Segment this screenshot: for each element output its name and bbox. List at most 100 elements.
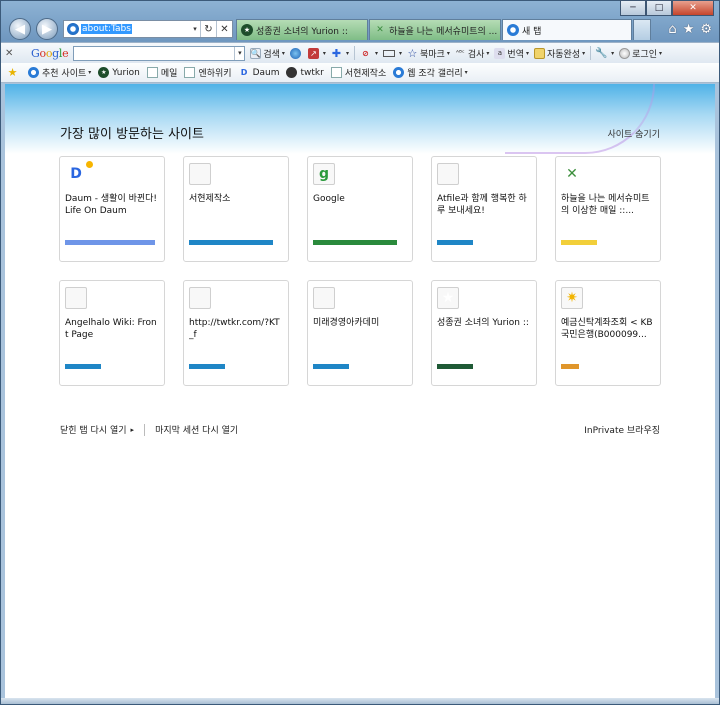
- kb-bank-icon: ✷: [561, 287, 583, 309]
- favorite-seohyun[interactable]: 서현제작소: [330, 66, 386, 79]
- blank-page-icon: [189, 163, 211, 185]
- tile-label: Daum - 생활이 바뀐다! Life On Daum: [65, 194, 158, 216]
- translate-icon: a: [494, 47, 506, 59]
- search-icon: 🔍: [250, 47, 262, 59]
- favorites-star-button[interactable]: ★: [7, 66, 21, 79]
- toolbar-settings-button[interactable]: 🔧 ▾: [595, 47, 614, 59]
- starbucks-icon: ★: [437, 287, 459, 309]
- forward-arrow-icon: ▶: [42, 21, 52, 37]
- command-icons: ⌂ ★ ⚙: [668, 22, 712, 37]
- toolbar-login-button[interactable]: 로그인 ▾: [619, 47, 662, 60]
- earth-icon: [289, 47, 301, 59]
- site-tile[interactable]: ✷ 예금신탁계좌조회 < KB국민은행(B000099...: [555, 280, 661, 386]
- favorite-twtkr[interactable]: twtkr: [286, 67, 324, 78]
- site-tile[interactable]: http://twtkr.com/?KT_f: [183, 280, 289, 386]
- page-title: 가장 많이 방문하는 사이트: [60, 127, 204, 142]
- tile-label: 서현제작소: [189, 194, 231, 204]
- reopen-closed-tabs-link[interactable]: 닫힌 탭 다시 열기: [60, 423, 127, 436]
- visit-frequency-bar: [65, 364, 101, 369]
- toolbar-bookmarks-button[interactable]: ☆ 북마크 ▾: [407, 47, 450, 60]
- daum-icon: D: [65, 161, 93, 185]
- toolbar-translate-button[interactable]: a 번역 ▾: [494, 47, 529, 60]
- status-bar: [1, 698, 719, 704]
- google-search-input[interactable]: ▾: [73, 45, 246, 61]
- share-icon: ↗: [307, 47, 319, 59]
- site-tile[interactable]: ✕ 하늘을 나는 메서슈미트의 이상한 매일 ::...: [555, 156, 661, 262]
- blank-page-icon: [437, 163, 459, 185]
- tools-gear-icon[interactable]: ⚙: [700, 22, 712, 37]
- toolbar-earth-button[interactable]: [289, 47, 303, 59]
- ie-icon: [67, 23, 79, 35]
- tab-messerschmitt[interactable]: ✕ 하늘을 나는 메서슈미트의 ...: [369, 19, 501, 40]
- most-visited-grid: D Daum - 생활이 바뀐다! Life On Daum 서현제작소 g G…: [59, 156, 661, 386]
- visit-frequency-bar: [561, 240, 597, 245]
- x-logo-icon: ✕: [376, 25, 384, 35]
- favorite-suggested-sites[interactable]: 추천 사이트 ▾: [28, 66, 91, 79]
- address-bar[interactable]: about:Tabs ▾ ↻ ✕: [63, 20, 233, 38]
- inprivate-browsing-link[interactable]: InPrivate 브라우징: [584, 423, 660, 436]
- toolbar-rect-button[interactable]: ▾: [382, 49, 402, 57]
- favorite-web-slice-gallery[interactable]: 웹 조각 갤러리 ▾: [393, 66, 468, 79]
- page-icon: [146, 67, 158, 78]
- address-input[interactable]: about:Tabs: [81, 24, 132, 34]
- wrench-icon: 🔧: [595, 47, 608, 59]
- page-icon: [330, 67, 342, 78]
- visit-frequency-bar: [437, 240, 473, 245]
- toolbar-share-button[interactable]: ↗ ▾: [307, 47, 326, 59]
- site-tile[interactable]: 서현제작소: [183, 156, 289, 262]
- favorite-yurion[interactable]: ★ Yurion: [98, 67, 140, 78]
- chevron-right-icon[interactable]: ▸: [131, 426, 135, 434]
- minimize-button[interactable]: ─: [620, 0, 646, 16]
- ie-icon: [393, 67, 405, 78]
- tab-label: 하늘을 나는 메서슈미트의 ...: [389, 26, 498, 37]
- new-tab-page: 가장 많이 방문하는 사이트 사이트 숨기기 D Daum - 생활이 바뀐다!…: [5, 84, 715, 698]
- favorite-mail[interactable]: 메일: [146, 66, 177, 79]
- tab-strip: ★ 성종권 소녀의 Yurion :: ✕ 하늘을 나는 메서슈미트의 ... …: [236, 19, 651, 40]
- site-tile[interactable]: ★ 성종권 소녀의 Yurion ::: [431, 280, 537, 386]
- visit-frequency-bar: [65, 240, 155, 245]
- chevron-down-icon[interactable]: ▾: [234, 46, 244, 60]
- site-tile[interactable]: Atfile과 함께 행복한 하루 보내세요!: [431, 156, 537, 262]
- toolbar-autofill-button[interactable]: 자동완성 ▾: [534, 47, 585, 60]
- tile-label: Atfile과 함께 행복한 하루 보내세요!: [437, 194, 527, 216]
- toolbar-popup-blocker-button[interactable]: ⊘ ▾: [360, 48, 378, 59]
- google-toolbar: ✕ Google ▾ 🔍 검색 ▾ ↗ ▾ ✚ ▾ ⊘ ▾ ▾ ☆ 북마크 ▾ ᴬᴮᶜ 검사 ▾ …: [1, 42, 719, 63]
- toolbar-plus-button[interactable]: ✚ ▾: [331, 47, 349, 60]
- back-button[interactable]: ◀: [9, 18, 31, 40]
- site-tile[interactable]: g Google: [307, 156, 413, 262]
- login-icon: [619, 47, 631, 59]
- close-window-button[interactable]: ✕: [672, 0, 714, 16]
- reopen-last-session-link[interactable]: 마지막 세션 다시 열기: [155, 423, 238, 436]
- favorites-star-icon[interactable]: ★: [683, 22, 695, 37]
- visit-frequency-bar: [313, 364, 349, 369]
- tab-new-tab[interactable]: 새 탭: [502, 19, 632, 40]
- favorite-daum[interactable]: D Daum: [239, 67, 280, 78]
- refresh-button[interactable]: ↻: [200, 21, 216, 37]
- stop-button[interactable]: ✕: [216, 21, 232, 37]
- tile-label: Angelhalo Wiki: Front Page: [65, 318, 157, 340]
- site-tile[interactable]: D Daum - 생활이 바뀐다! Life On Daum: [59, 156, 165, 262]
- header-banner: [5, 84, 715, 154]
- address-dropdown-button[interactable]: ▾: [190, 25, 200, 33]
- bookmark-star-icon: ☆: [407, 46, 418, 60]
- site-tile[interactable]: Angelhalo Wiki: Front Page: [59, 280, 165, 386]
- favorite-enhawiki[interactable]: 엔하위키: [184, 66, 232, 79]
- maximize-button[interactable]: □: [646, 0, 672, 16]
- home-icon[interactable]: ⌂: [668, 22, 676, 37]
- new-tab-button[interactable]: [633, 19, 651, 40]
- tab-yurion[interactable]: ★ 성종권 소녀의 Yurion ::: [236, 19, 368, 40]
- toolbar-close-icon[interactable]: ✕: [5, 48, 17, 59]
- site-tile[interactable]: 미래경영아카데미: [307, 280, 413, 386]
- tile-label: Google: [313, 194, 345, 204]
- forward-button[interactable]: ▶: [36, 18, 58, 40]
- visit-frequency-bar: [561, 364, 579, 369]
- blank-page-icon: [65, 287, 87, 309]
- google-icon: g: [313, 163, 335, 185]
- hide-sites-link[interactable]: 사이트 숨기기: [607, 127, 660, 140]
- toolbar-spellcheck-button[interactable]: ᴬᴮᶜ 검사 ▾: [455, 47, 489, 60]
- blank-page-icon: [313, 287, 335, 309]
- tile-label: 성종권 소녀의 Yurion ::: [437, 318, 529, 328]
- favorites-bar: ★ 추천 사이트 ▾ ★ Yurion 메일 엔하위키 D Daum twtkr 서현…: [1, 63, 719, 83]
- toolbar-search-button[interactable]: 🔍 검색 ▾: [250, 47, 285, 60]
- x-logo-icon: ✕: [566, 166, 578, 182]
